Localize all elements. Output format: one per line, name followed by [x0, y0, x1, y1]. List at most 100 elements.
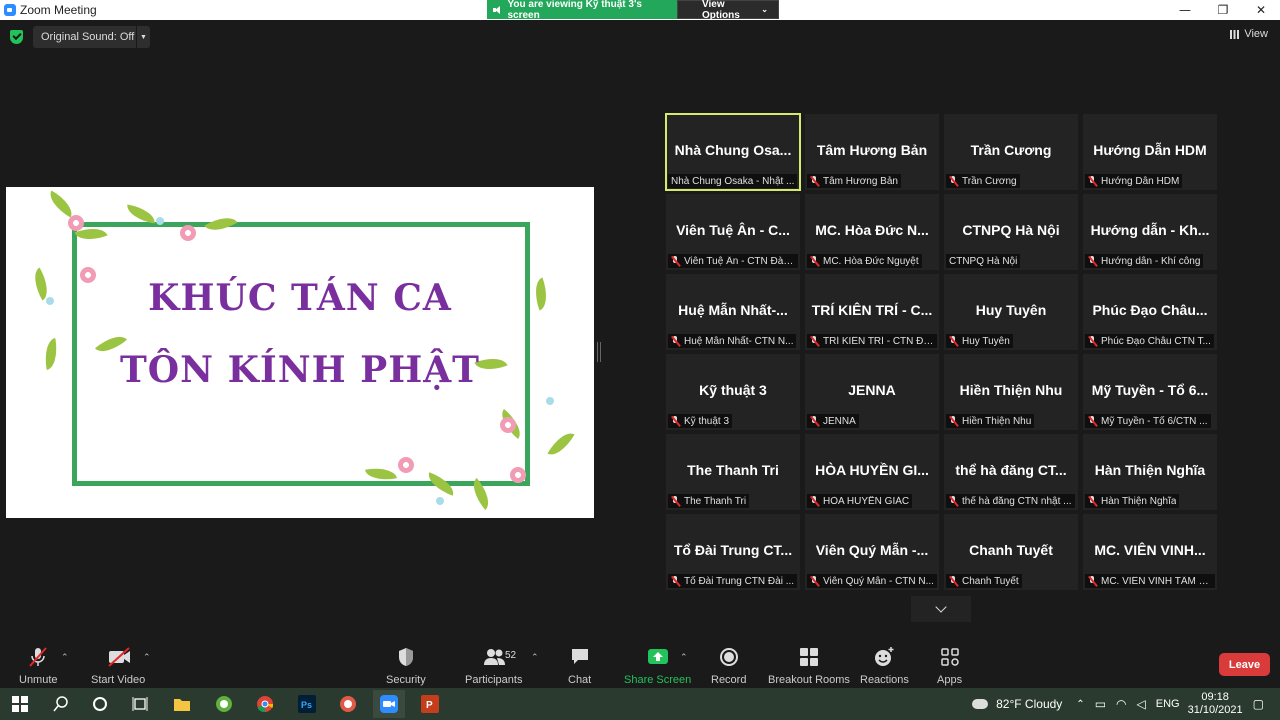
participant-name-label: Kỹ thuật 3: [668, 414, 733, 428]
photoshop-icon[interactable]: Ps: [297, 694, 317, 714]
participant-tile[interactable]: Kỹ thuật 3 Kỹ thuật 3: [666, 354, 800, 430]
slide-title-line1: KHÚC TÁN CA: [148, 277, 452, 319]
participant-tile[interactable]: CTNPQ Hà Nội CTNPQ Hà Nội: [944, 194, 1078, 270]
muted-mic-icon: [1087, 175, 1098, 187]
participant-label-text: Trần Cương: [962, 175, 1017, 187]
task-view-icon[interactable]: [130, 694, 150, 714]
participant-tile[interactable]: Nhà Chung Osa... Nhà Chung Osaka - Nhật .…: [665, 113, 801, 191]
leave-button[interactable]: Leave: [1219, 653, 1270, 676]
participant-label-text: Tâm Hương Bản: [823, 175, 898, 187]
participant-name-label: Chanh Tuyết: [946, 574, 1022, 588]
clock[interactable]: 09:18 31/10/2021: [1188, 691, 1243, 717]
participant-tile[interactable]: MC. Hòa Đức N... MC. Hòa Đức Nguyệt: [805, 194, 939, 270]
zoom-taskbar-icon[interactable]: [373, 690, 405, 718]
participants-caret-icon[interactable]: ⌃: [531, 652, 539, 663]
view-button[interactable]: View: [1230, 28, 1268, 40]
participant-display-name: Nhà Chung Osa...: [674, 142, 792, 158]
breakout-rooms-button[interactable]: Breakout Rooms: [768, 646, 850, 686]
start-video-button[interactable]: Start Video: [91, 646, 145, 686]
reactions-button[interactable]: Reactions: [860, 646, 909, 686]
muted-mic-icon: [948, 335, 959, 347]
shared-screen: KHÚC TÁN CA TÔN KÍNH PHẬT: [6, 187, 594, 518]
file-explorer-icon[interactable]: [172, 694, 192, 714]
audio-options-caret-icon[interactable]: ⌃: [61, 652, 69, 663]
unmute-button[interactable]: Unmute: [19, 646, 58, 686]
weather-text[interactable]: 82°F Cloudy: [996, 697, 1062, 711]
participant-tile[interactable]: Hướng dẫn - Kh... Hướng dẫn - Khí công: [1083, 194, 1217, 270]
participant-name-label: Hàn Thiện Nghĩa: [1085, 494, 1180, 508]
participant-tile[interactable]: Tổ Đài Trung CT... Tổ Đài Trung CTN Đài .…: [666, 514, 800, 590]
participant-tile[interactable]: thể hà đăng CT... thể hà đăng CTN nhật ..…: [944, 434, 1078, 510]
clock-date: 31/10/2021: [1187, 704, 1243, 716]
smiley-plus-icon: [873, 646, 895, 668]
share-options-caret-icon[interactable]: ⌃: [680, 652, 688, 663]
participant-label-text: Nhà Chung Osaka - Nhật ...: [671, 175, 795, 187]
encryption-shield-icon[interactable]: [10, 30, 23, 44]
volume-icon[interactable]: ◁: [1137, 697, 1146, 711]
cortana-icon[interactable]: [90, 694, 110, 714]
participant-name-label: Hiền Thiện Nhu: [946, 414, 1035, 428]
reactions-label: Reactions: [860, 674, 909, 686]
chevron-up-icon[interactable]: ⌃: [1076, 699, 1084, 710]
flower-decoration: [500, 417, 516, 433]
video-options-caret-icon[interactable]: ⌃: [143, 652, 151, 663]
app-green-icon[interactable]: [214, 694, 234, 714]
battery-icon[interactable]: ▭: [1095, 697, 1106, 711]
split-view-divider[interactable]: [597, 342, 601, 362]
language-indicator[interactable]: ENG: [1156, 698, 1180, 710]
participant-name-label: MC. Hòa Đức Nguyệt: [807, 254, 922, 268]
chrome-icon[interactable]: [255, 694, 275, 714]
close-button[interactable]: ✕: [1242, 0, 1280, 20]
caret-down-icon[interactable]: ▼: [136, 26, 150, 48]
wifi-icon[interactable]: ◠: [1116, 697, 1126, 711]
participant-tile[interactable]: Huệ Mẫn Nhất-... Huệ Mẫn Nhất- CTN N...: [666, 274, 800, 350]
participant-tile[interactable]: Chanh Tuyết Chanh Tuyết: [944, 514, 1078, 590]
participant-tile[interactable]: Hướng Dẫn HDM Hướng Dẫn HDM: [1083, 114, 1217, 190]
participant-tile[interactable]: Hiền Thiện Nhu Hiền Thiện Nhu: [944, 354, 1078, 430]
participant-tile[interactable]: MC. VIÊN VINH... MC. VIÊN VINH TÂM C...: [1083, 514, 1217, 590]
participant-tile[interactable]: Mỹ Tuyền - Tổ 6... Mỹ Tuyền - Tổ 6/CTN ..…: [1083, 354, 1217, 430]
participant-name-label: HÒA HUYỀN GIÁC: [807, 494, 913, 508]
participants-icon: [483, 646, 505, 668]
participant-name-label: Hướng dẫn - Khí công: [1085, 254, 1204, 268]
app-colorful-icon[interactable]: [338, 694, 358, 714]
participant-tile[interactable]: Phúc Đạo Châu... Phúc Đạo Châu CTN T...: [1083, 274, 1217, 350]
participant-tile[interactable]: JENNA JENNA: [805, 354, 939, 430]
record-button[interactable]: Record: [711, 646, 746, 686]
participant-label-text: Kỹ thuật 3: [684, 415, 730, 427]
meeting-toolbar: Unmute ⌃ Start Video ⌃ Security Particip…: [0, 640, 1280, 688]
notification-icon[interactable]: ▢: [1253, 697, 1264, 711]
participant-tile[interactable]: The Thanh Tri The Thanh Tri: [666, 434, 800, 510]
participant-tile[interactable]: TRÍ KIÊN TRÍ - C... TRÍ KIÊN TRÍ - CTN ĐÀ…: [805, 274, 939, 350]
participant-tile[interactable]: Tâm Hương Bản Tâm Hương Bản: [805, 114, 939, 190]
windows-start-icon[interactable]: [10, 694, 30, 714]
chevron-down-icon: [935, 600, 947, 613]
participant-display-name: Viên Tuệ Ân - C...: [676, 222, 790, 238]
chat-button[interactable]: Chat: [568, 646, 591, 686]
minimize-button[interactable]: —: [1166, 0, 1204, 20]
leaf-decoration: [44, 190, 78, 218]
participant-name-label: Tổ Đài Trung CTN Đài ...: [668, 574, 798, 588]
window-title: Zoom Meeting: [20, 3, 97, 17]
maximize-button[interactable]: ❐: [1204, 0, 1242, 20]
participant-label-text: TRÍ KIÊN TRÍ - CTN ĐÀI...: [823, 335, 934, 347]
security-button[interactable]: Security: [386, 646, 426, 686]
participant-display-name: HÒA HUYỀN GI...: [815, 462, 929, 478]
viewing-status: You are viewing Kỹ thuật 3's screen: [487, 0, 677, 21]
search-icon[interactable]: [51, 694, 71, 714]
apps-button[interactable]: Apps: [937, 646, 962, 686]
participant-tile[interactable]: Hàn Thiện Nghĩa Hàn Thiện Nghĩa: [1083, 434, 1217, 510]
next-page-button[interactable]: [911, 596, 971, 622]
muted-mic-icon: [948, 415, 959, 427]
participant-tile[interactable]: Viên Tuệ Ân - C... Viên Tuệ Ân - CTN Đài …: [666, 194, 800, 270]
view-options-button[interactable]: View Options ⌄: [677, 0, 779, 21]
participant-tile[interactable]: HÒA HUYỀN GI... HÒA HUYỀN GIÁC: [805, 434, 939, 510]
participant-name-label: Viên Tuệ Ân - CTN Đài ...: [668, 254, 798, 268]
participant-tile[interactable]: Huy Tuyên Huy Tuyên: [944, 274, 1078, 350]
original-sound-button[interactable]: Original Sound: Off ▼: [33, 26, 150, 48]
participant-tile[interactable]: Viên Quý Mẫn -... Viên Quý Mẫn - CTN N...: [805, 514, 939, 590]
participant-tile[interactable]: Trần Cương Trần Cương: [944, 114, 1078, 190]
participant-name-label: Mỹ Tuyền - Tổ 6/CTN ...: [1085, 414, 1211, 428]
powerpoint-icon[interactable]: P: [420, 694, 440, 714]
participant-name-label: Huệ Mẫn Nhất- CTN N...: [668, 334, 797, 348]
